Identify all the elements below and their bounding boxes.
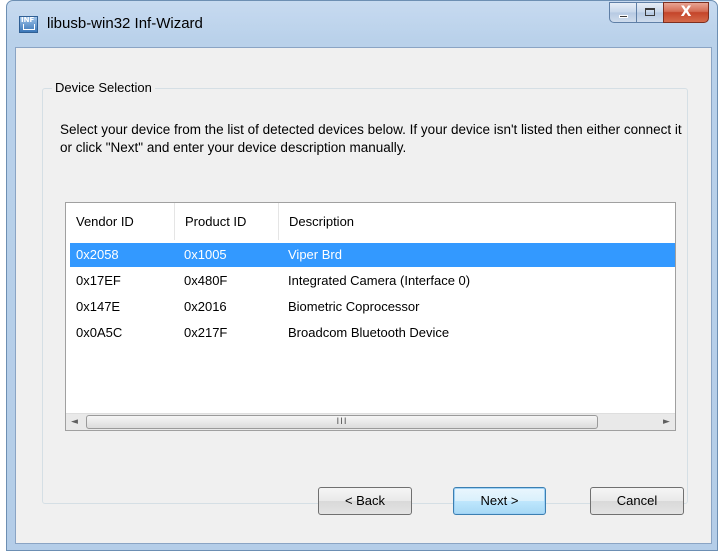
description-cell: Broadcom Bluetooth Device — [288, 325, 450, 340]
list-header: Vendor ID Product ID Description — [66, 203, 675, 240]
description-cell: Integrated Camera (Interface 0) — [288, 273, 471, 288]
description-cell: Biometric Coprocessor — [288, 299, 420, 314]
maximize-icon — [645, 8, 655, 16]
column-vendor-id[interactable]: Vendor ID — [66, 203, 174, 240]
device-row[interactable]: 0x2058 0x1005 Viper Brd — [70, 243, 675, 267]
app-icon-text: INF — [21, 16, 35, 24]
group-legend: Device Selection — [52, 80, 155, 95]
close-button[interactable]: X — [663, 2, 709, 23]
vendor-id-cell: 0x0A5C — [76, 325, 123, 340]
column-product-id[interactable]: Product ID — [174, 203, 278, 240]
vendor-id-cell: 0x17EF — [76, 273, 121, 288]
vendor-id-cell: 0x2058 — [76, 247, 119, 262]
maximize-button[interactable] — [636, 2, 663, 23]
scroll-left-icon[interactable]: ◄ — [66, 414, 83, 431]
cancel-button[interactable]: Cancel — [590, 487, 684, 515]
title-bar[interactable]: INF libusb-win32 Inf-Wizard X — [7, 1, 717, 47]
usb-icon — [23, 24, 35, 30]
device-list[interactable]: Vendor ID Product ID Description 0x2058 … — [65, 202, 676, 431]
grip-icon: III — [336, 417, 348, 427]
product-id-cell: 0x480F — [184, 273, 228, 288]
minimize-icon — [619, 15, 628, 18]
description-cell: Viper Brd — [288, 247, 342, 262]
column-description[interactable]: Description — [278, 203, 674, 240]
instructions-text: Select your device from the list of dete… — [60, 122, 682, 155]
scroll-thumb[interactable]: III — [86, 415, 598, 429]
product-id-cell: 0x217F — [184, 325, 228, 340]
vendor-id-cell: 0x147E — [76, 299, 121, 314]
scroll-right-icon[interactable]: ► — [658, 414, 675, 431]
caption-buttons: X — [609, 2, 709, 23]
device-row[interactable]: 0x147E 0x2016 Biometric Coprocessor — [70, 295, 675, 319]
horizontal-scrollbar[interactable]: ◄ III ► — [66, 413, 675, 430]
minimize-button[interactable] — [609, 2, 636, 23]
next-button[interactable]: Next > — [453, 487, 546, 515]
product-id-cell: 0x1005 — [184, 247, 227, 262]
app-icon: INF — [19, 16, 38, 33]
back-button[interactable]: < Back — [318, 487, 412, 515]
device-row[interactable]: 0x17EF 0x480F Integrated Camera (Interfa… — [70, 269, 675, 293]
device-row[interactable]: 0x0A5C 0x217F Broadcom Bluetooth Device — [70, 321, 675, 345]
close-icon: X — [680, 4, 692, 20]
window-title: libusb-win32 Inf-Wizard — [47, 15, 203, 32]
product-id-cell: 0x2016 — [184, 299, 227, 314]
